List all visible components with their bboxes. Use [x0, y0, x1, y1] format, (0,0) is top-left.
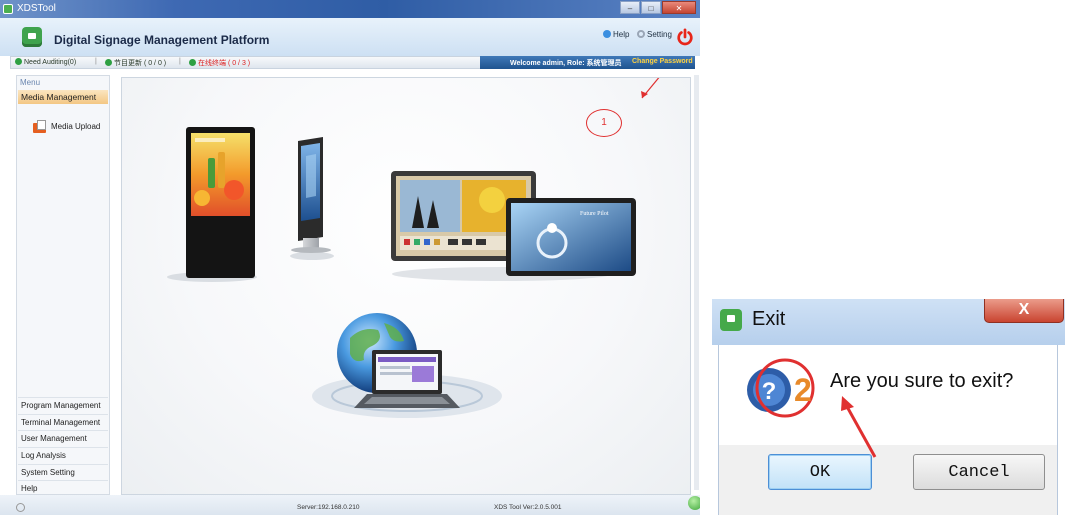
tool-version: XDS Tool Ver:2.0.5.001	[494, 504, 562, 511]
close-window-button[interactable]: ✕	[662, 1, 696, 14]
annotation-marker-1: 1	[586, 109, 622, 137]
kiosk-display	[186, 127, 255, 278]
maximize-button[interactable]: □	[641, 1, 661, 14]
exit-dialog-close-button[interactable]: X	[984, 299, 1064, 323]
app-window-icon	[3, 4, 13, 14]
app-header: Digital Signage Management Platform Help…	[0, 18, 700, 56]
media-upload-icon	[33, 119, 48, 133]
power-icon[interactable]	[676, 28, 694, 46]
scrollbar[interactable]	[694, 75, 699, 490]
app-footer: Server:192.168.0.210 XDS Tool Ver:2.0.5.…	[0, 495, 700, 515]
program-update-status[interactable]: 节目更新 ( 0 / 0 )	[105, 58, 166, 68]
exit-dialog-titlebar: Exit X	[712, 299, 1065, 345]
sidebar-item-program-management[interactable]: Program Management	[18, 397, 108, 414]
sidebar-item-system-setting[interactable]: System Setting	[18, 463, 108, 481]
help-link[interactable]: Help	[603, 30, 629, 39]
cancel-button[interactable]: Cancel	[913, 454, 1045, 490]
sidebar-item-log-analysis[interactable]: Log Analysis	[18, 447, 108, 464]
help-label: Help	[613, 30, 630, 39]
stand-shadow	[290, 252, 334, 260]
window-titlebar: XDSTool – □ ✕	[0, 0, 700, 18]
online-terminals-label: 在线终端 ( 0 / 3 )	[198, 60, 251, 67]
globe-laptop-illustration	[312, 313, 502, 418]
online-terminals-status[interactable]: 在线终端 ( 0 / 3 )	[189, 58, 250, 68]
window-title: XDSTool	[17, 3, 56, 14]
green-status-icon	[688, 496, 700, 510]
status-circle-icon	[16, 503, 25, 512]
status-ok-icon	[105, 59, 112, 66]
standing-display	[291, 137, 331, 253]
change-password-link[interactable]: Change Password	[632, 58, 693, 65]
ok-button[interactable]: OK	[768, 454, 872, 490]
app-logo	[22, 27, 42, 47]
exit-dialog-body: ? Are you sure to exit?	[718, 345, 1058, 445]
front-display-brand: Future Pilot	[580, 211, 609, 217]
status-ok-icon	[15, 58, 22, 65]
app-title: Digital Signage Management Platform	[54, 33, 270, 47]
setting-link[interactable]: Setting	[637, 30, 672, 39]
front-display: Future Pilot	[506, 198, 636, 276]
media-upload-label: Media Upload	[51, 121, 101, 131]
status-separator: |	[95, 58, 97, 65]
xds-tool-window: XDSTool – □ ✕ Digital Signage Management…	[0, 0, 700, 515]
main-content-area: Future Pilot	[121, 77, 691, 495]
hero-illustration: Future Pilot	[167, 78, 660, 418]
welcome-text: Welcome admin, Role: 系统管理员	[510, 60, 622, 67]
media-upload-item[interactable]: Media Upload	[33, 118, 100, 134]
exit-dialog-message: Are you sure to exit?	[830, 370, 1014, 392]
svg-text:?: ?	[762, 378, 777, 405]
menu-heading: Menu	[20, 78, 41, 87]
sidebar-menu: Menu Media Management Media Upload Progr…	[16, 75, 110, 495]
window-controls: – □ ✕	[620, 1, 696, 15]
exit-dialog-title: Exit	[752, 308, 786, 330]
status-separator: |	[179, 58, 181, 65]
welcome-bar: Welcome admin, Role: 系统管理员 Change Passwo…	[480, 56, 695, 69]
sidebar-bottom-menu: Program Management Terminal Management U…	[18, 397, 108, 497]
sidebar-item-terminal-management[interactable]: Terminal Management	[18, 413, 108, 431]
help-icon	[603, 30, 611, 38]
sidebar-item-media-management[interactable]: Media Management	[18, 90, 108, 104]
need-auditing-status[interactable]: Need Auditing(0)	[15, 58, 76, 66]
exit-dialog: Exit X ? Are you sure to exit? OK Cancel…	[712, 299, 1065, 515]
sidebar-item-user-management[interactable]: User Management	[18, 430, 108, 447]
server-address: Server:192.168.0.210	[297, 504, 360, 511]
question-icon: ?	[747, 368, 791, 412]
status-ok-icon	[189, 59, 196, 66]
need-auditing-label: Need Auditing(0)	[24, 59, 77, 66]
minimize-button[interactable]: –	[620, 1, 640, 14]
program-update-label: 节目更新 ( 0 / 0 )	[114, 60, 167, 67]
gear-icon	[637, 30, 645, 38]
setting-label: Setting	[647, 30, 672, 39]
exit-dialog-app-icon	[720, 309, 742, 331]
exit-dialog-buttons: OK Cancel	[718, 445, 1058, 515]
